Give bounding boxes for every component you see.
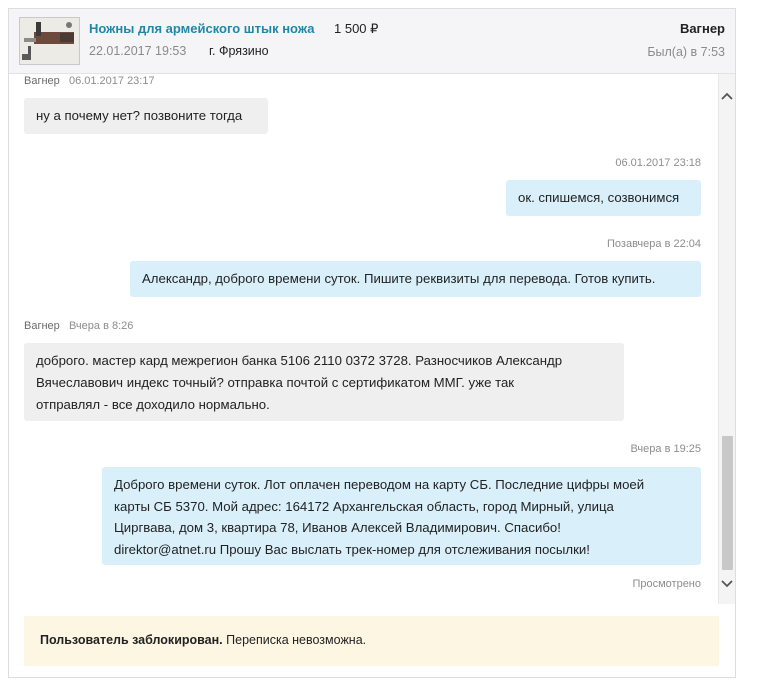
message-bubble-outgoing: Александр, доброго времени суток. Пишите… xyxy=(130,261,701,297)
message-bubble-incoming: ну а почему нет? позвоните тогда xyxy=(24,98,268,134)
message-line: Циргвава, дом 3, квартира 78, Иванов Але… xyxy=(114,520,561,535)
message-line: отправлял - все доходило нормально. xyxy=(36,397,270,412)
message-time: 06.01.2017 23:18 xyxy=(615,157,701,169)
message-meta: Позавчера в 22:04 xyxy=(607,238,701,250)
message-bubble-outgoing: ок. спишемся, созвонимся xyxy=(506,180,701,216)
chat-window: Ножны для армейского штык ножа 1 500 ₽ 2… xyxy=(8,8,736,678)
peer-last-seen: Был(а) в 7:53 xyxy=(647,45,725,59)
message-line: Доброго времени суток. Лот оплачен перев… xyxy=(114,477,645,492)
message-text: ну а почему нет? позвоните тогда xyxy=(36,108,243,123)
message-text: ок. спишемся, созвонимся xyxy=(518,190,680,205)
message-scrollbar[interactable] xyxy=(718,74,735,604)
message-meta: 06.01.2017 23:18 xyxy=(615,157,701,169)
knife-sheath-image xyxy=(20,18,79,64)
message-bubble-outgoing: Доброго времени суток. Лот оплачен перев… xyxy=(102,467,701,565)
message-time: 06.01.2017 23:17 xyxy=(68,75,155,87)
message-time: Позавчера в 22:04 xyxy=(607,238,701,250)
message-author: Вагнер xyxy=(24,75,60,87)
message-author: Вагнер xyxy=(24,320,60,332)
scrollbar-thumb[interactable] xyxy=(722,436,733,570)
chat-header: Ножны для армейского штык ножа 1 500 ₽ 2… xyxy=(9,9,735,74)
message-bubble-incoming: доброго. мастер кард межрегион банка 510… xyxy=(24,343,624,421)
message-line: direktor@atnet.ru Прошу Вас выслать трек… xyxy=(114,541,590,557)
message-time: Вчера в 8:26 xyxy=(68,320,134,332)
item-price: 1 500 ₽ xyxy=(334,21,379,36)
chevron-up-icon[interactable] xyxy=(719,88,735,104)
message-list: Вагнер 06.01.2017 23:17 ну а почему нет?… xyxy=(9,74,717,604)
message-meta: Вагнер 06.01.2017 23:17 xyxy=(24,75,155,87)
message-text: Александр, доброго времени суток. Пишите… xyxy=(142,271,656,286)
item-city: г. Фрязино xyxy=(209,44,269,58)
peer-name[interactable]: Вагнер xyxy=(680,21,725,36)
item-title-link[interactable]: Ножны для армейского штык ножа xyxy=(89,21,314,36)
blocked-user-notice: Пользователь заблокирован. Переписка нев… xyxy=(24,616,719,666)
item-date: 22.01.2017 19:53 xyxy=(89,44,187,58)
message-line: Вячеславович индекс точный? отправка поч… xyxy=(36,375,515,390)
message-time: Вчера в 19:25 xyxy=(630,443,701,455)
message-line: карты СБ 5370. Мой адрес: 164172 Арханге… xyxy=(114,498,614,514)
item-thumbnail[interactable] xyxy=(19,17,80,65)
message-meta: Вчера в 19:25 xyxy=(630,443,701,455)
blocked-notice-title: Пользователь заблокирован. xyxy=(40,633,223,647)
read-status: Просмотрено xyxy=(632,578,701,590)
message-meta: Вагнер Вчера в 8:26 xyxy=(24,320,133,332)
message-line: доброго. мастер кард межрегион банка 510… xyxy=(36,353,563,368)
chevron-down-icon[interactable] xyxy=(719,576,735,592)
blocked-notice-text: Переписка невозможна. xyxy=(222,633,367,647)
